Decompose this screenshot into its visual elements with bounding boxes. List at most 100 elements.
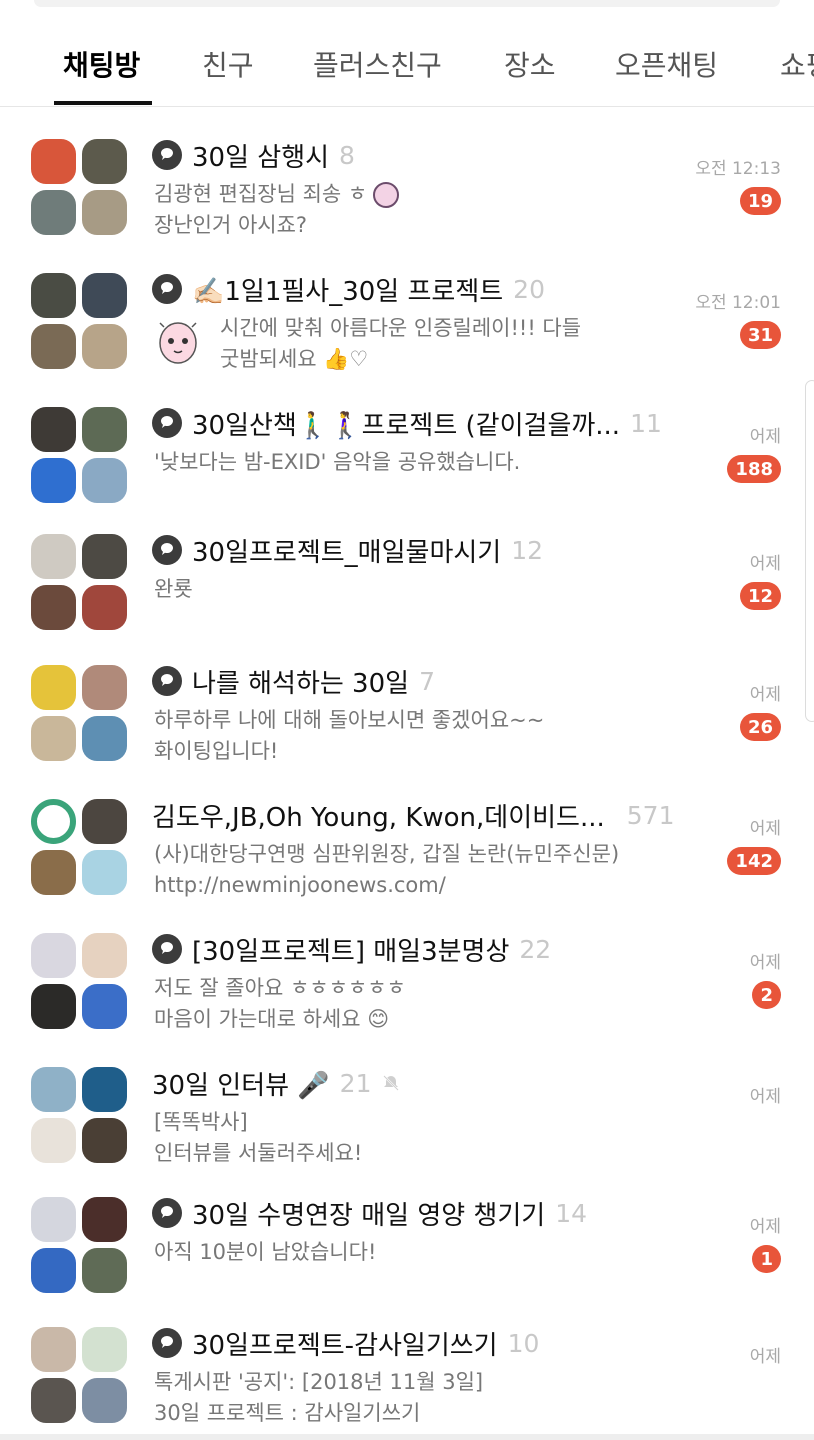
preview-line: 화이팅입니다! bbox=[154, 739, 279, 763]
bottom-bar-edge bbox=[0, 1434, 814, 1440]
chat-row[interactable]: 30일산책🚶‍♂️🚶‍♀️프로젝트 (같이걸을까... 11 '낮보다는 밤-E… bbox=[0, 375, 814, 505]
member-count: 11 bbox=[630, 408, 662, 438]
tab-chats[interactable]: 채팅방 bbox=[63, 44, 140, 84]
chat-title-line: 30일 수명연장 매일 영양 챙기기 14 bbox=[152, 1195, 587, 1231]
group-avatar bbox=[31, 273, 129, 371]
tab-friends[interactable]: 친구 bbox=[202, 44, 254, 84]
preview-line: 마음이 가는대로 하세요 😊 bbox=[154, 1007, 390, 1031]
chat-title-line: ✍🏻1일1필사_30일 프로젝트 20 bbox=[152, 271, 545, 307]
avatar bbox=[31, 1197, 76, 1242]
open-chat-icon bbox=[152, 934, 182, 964]
avatar bbox=[31, 1248, 76, 1293]
avatar bbox=[31, 139, 76, 184]
member-count: 14 bbox=[555, 1198, 587, 1228]
avatar bbox=[31, 190, 76, 235]
avatar bbox=[31, 984, 76, 1029]
chat-title: 30일프로젝트-감사일기쓰기 bbox=[192, 1330, 498, 1361]
open-chat-icon bbox=[152, 1198, 182, 1228]
avatar bbox=[82, 799, 127, 844]
chat-row[interactable]: 30일프로젝트_매일물마시기 12 완룟 어제 12 bbox=[0, 502, 814, 632]
preview-line: 하루하루 나에 대해 돌아보시면 좋겠어요~~ bbox=[154, 708, 545, 732]
chat-row[interactable]: 30일프로젝트-감사일기쓰기 10 톡게시판 '공지': [2018년 11월 … bbox=[0, 1295, 814, 1425]
avatar bbox=[82, 984, 127, 1029]
chat-row[interactable]: ✍🏻1일1필사_30일 프로젝트 20 시간에 맞춰 아름다운 인증릴레이!!!… bbox=[0, 241, 814, 371]
timestamp: 오전 12:01 bbox=[695, 293, 781, 313]
search-bar-edge[interactable] bbox=[34, 0, 780, 7]
message-preview: 아직 10분이 남았습니다! bbox=[154, 1237, 376, 1268]
member-count: 12 bbox=[511, 535, 544, 565]
tab-places[interactable]: 장소 bbox=[504, 44, 556, 84]
chat-title-line: 김도우,JB,Oh Young, Kwon,데이비드... 571 bbox=[152, 797, 675, 833]
avatar bbox=[31, 850, 76, 895]
avatar bbox=[82, 407, 127, 452]
tab-plus-friends[interactable]: 플러스친구 bbox=[313, 44, 442, 84]
avatar bbox=[31, 1327, 76, 1372]
chat-row[interactable]: 나를 해석하는 30일 7 하루하루 나에 대해 돌아보시면 좋겠어요~~ 화이… bbox=[0, 633, 814, 763]
timestamp: 오전 12:13 bbox=[695, 159, 781, 179]
avatar bbox=[82, 534, 127, 579]
avatar bbox=[31, 324, 76, 369]
preview-line: 아직 10분이 남았습니다! bbox=[154, 1240, 377, 1264]
unread-badge: 188 bbox=[727, 455, 781, 483]
group-avatar bbox=[31, 1067, 129, 1165]
message-preview: (사)대한당구연맹 심판위원장, 갑질 논란(뉴민주신문) http://new… bbox=[154, 839, 619, 901]
chat-title-line: [30일프로젝트] 매일3분명상 22 bbox=[152, 931, 551, 967]
preview-line: (사)대한당구연맹 심판위원장, 갑질 논란(뉴민주신문) bbox=[154, 842, 620, 866]
timestamp: 어제 bbox=[749, 1087, 781, 1107]
preview-line: http://newminjoonews.com/ bbox=[154, 873, 446, 897]
chat-row[interactable]: 30일 삼행시 8 김광현 편집장님 죄송 ㅎ 장난인거 아시죠? 오전 12:… bbox=[0, 107, 814, 237]
avatar bbox=[82, 1378, 127, 1423]
timestamp: 어제 bbox=[749, 1217, 781, 1237]
avatar bbox=[31, 1067, 76, 1112]
group-avatar bbox=[31, 139, 129, 237]
open-chat-icon bbox=[152, 140, 182, 170]
chat-title: 김도우,JB,Oh Young, Kwon,데이비드... bbox=[152, 802, 605, 833]
chat-title: 나를 해석하는 30일 bbox=[192, 668, 410, 699]
chat-row[interactable]: 김도우,JB,Oh Young, Kwon,데이비드... 571 (사)대한당… bbox=[0, 767, 814, 897]
active-tab-indicator bbox=[54, 101, 152, 105]
avatar bbox=[82, 139, 127, 184]
member-count: 7 bbox=[419, 666, 435, 696]
chat-title-line: 30일 인터뷰 🎤 21 bbox=[152, 1065, 401, 1101]
avatar bbox=[31, 716, 76, 761]
avatar bbox=[82, 458, 127, 503]
avatar bbox=[82, 190, 127, 235]
side-panel-edge[interactable] bbox=[805, 380, 814, 722]
preview-line: 시간에 맞춰 아름다운 인증릴레이!!! 다들 bbox=[220, 316, 582, 340]
avatar bbox=[82, 1067, 127, 1112]
preview-line: 완룟 bbox=[154, 577, 193, 601]
preview-line: 톡게시판 '공지': [2018년 11월 3일] bbox=[154, 1370, 484, 1394]
avatar bbox=[31, 933, 76, 978]
chat-title-line: 30일산책🚶‍♂️🚶‍♀️프로젝트 (같이걸을까... 11 bbox=[152, 405, 662, 441]
preview-line: 굿밤되세요 👍♡ bbox=[220, 347, 369, 371]
tab-shopping[interactable]: 쇼핑 bbox=[780, 44, 814, 84]
avatar bbox=[31, 665, 76, 710]
avatar bbox=[82, 933, 127, 978]
message-preview: 하루하루 나에 대해 돌아보시면 좋겠어요~~ 화이팅입니다! bbox=[154, 705, 544, 767]
member-count: 21 bbox=[339, 1068, 372, 1098]
chat-row[interactable]: [30일프로젝트] 매일3분명상 22 저도 잘 졸아요 ㅎㅎㅎㅎㅎㅎ 마음이 … bbox=[0, 901, 814, 1031]
avatar bbox=[82, 1248, 127, 1293]
timestamp: 어제 bbox=[749, 554, 781, 574]
chat-row[interactable]: 30일 인터뷰 🎤 21 [똑똑박사] 인터뷰를 서둘러주세요! 어제 bbox=[0, 1035, 814, 1165]
unread-badge: 31 bbox=[739, 321, 781, 349]
group-avatar bbox=[31, 665, 129, 763]
chat-title: 30일프로젝트_매일물마시기 bbox=[192, 537, 502, 568]
avatar bbox=[82, 850, 127, 895]
open-chat-icon bbox=[152, 1328, 182, 1358]
avatar bbox=[31, 1118, 76, 1163]
tab-open-chat[interactable]: 오픈채팅 bbox=[615, 44, 718, 84]
chat-title-line: 30일 삼행시 8 bbox=[152, 137, 355, 173]
member-count: 22 bbox=[519, 934, 552, 964]
member-count: 8 bbox=[339, 140, 355, 170]
group-avatar bbox=[31, 1327, 129, 1425]
unread-badge: 2 bbox=[752, 981, 781, 1009]
group-avatar bbox=[31, 1197, 129, 1295]
message-preview: 톡게시판 '공지': [2018년 11월 3일] 30일 프로젝트 : 감사일… bbox=[154, 1367, 483, 1429]
avatar bbox=[31, 407, 76, 452]
chat-row[interactable]: 30일 수명연장 매일 영양 챙기기 14 아직 10분이 남았습니다! 어제 … bbox=[0, 1165, 814, 1295]
message-preview: 시간에 맞춰 아름다운 인증릴레이!!! 다들 굿밤되세요 👍♡ bbox=[220, 313, 581, 375]
avatar bbox=[82, 665, 127, 710]
avatar bbox=[31, 534, 76, 579]
avatar bbox=[82, 1118, 127, 1163]
